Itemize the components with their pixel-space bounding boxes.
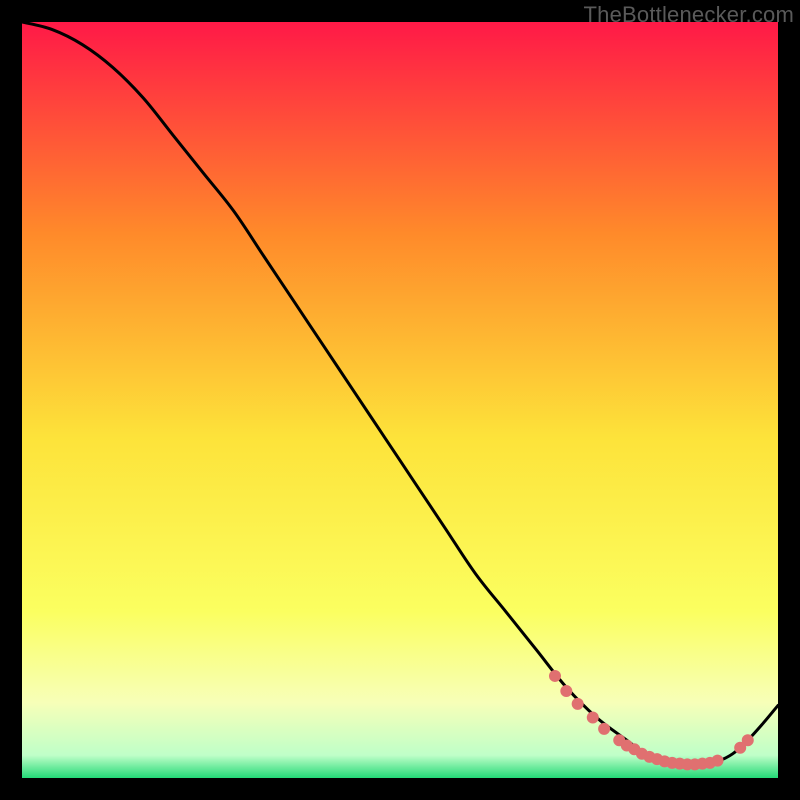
plot-area [22, 22, 778, 778]
highlight-dot [572, 698, 584, 710]
highlight-dot [598, 723, 610, 735]
highlight-dot [587, 712, 599, 724]
highlight-dot [742, 734, 754, 746]
gradient-background [22, 22, 778, 778]
highlight-dot [549, 670, 561, 682]
chart-svg [22, 22, 778, 778]
highlight-dot [712, 755, 724, 767]
highlight-dot [560, 685, 572, 697]
chart-stage: TheBottlenecker.com [0, 0, 800, 800]
